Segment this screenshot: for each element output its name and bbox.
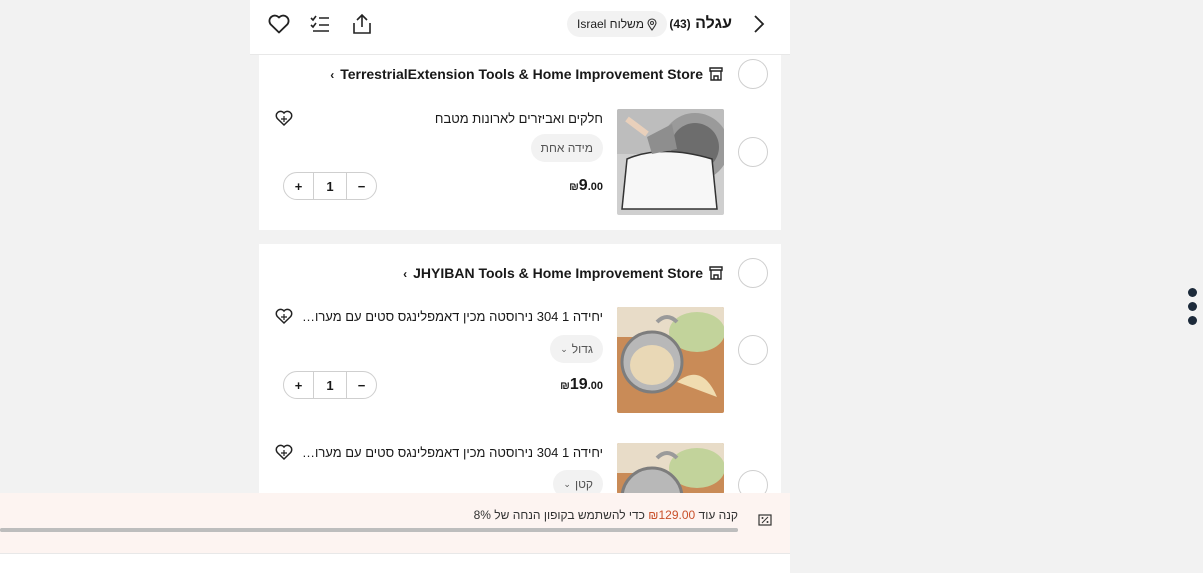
store-select-checkbox[interactable]: [738, 59, 768, 89]
product-title[interactable]: יחידה 1 304 נירוסטה מכין דאמפלינגס סטים …: [298, 445, 603, 460]
location-pin-icon: [647, 17, 657, 31]
chevron-left-icon: ‹: [330, 68, 335, 82]
price-decimal: .00: [587, 380, 603, 392]
coupon-progress-track: [0, 528, 738, 532]
wishlist-heart-icon[interactable]: [275, 444, 293, 462]
store-card: ‹ TerrestrialExtension Tools & Home Impro…: [259, 55, 781, 230]
store-name-text: JHYIBAN Tools & Home Improvement Store: [413, 265, 703, 281]
quantity-increase-button[interactable]: +: [284, 372, 313, 398]
coupon-progress-fill: [0, 528, 738, 532]
item-select-checkbox[interactable]: [738, 335, 768, 365]
price-decimal: .00: [587, 181, 603, 193]
more-options-icon[interactable]: [1188, 288, 1198, 330]
store-select-checkbox[interactable]: [738, 258, 768, 288]
variant-label: גדול: [571, 342, 593, 356]
shipping-label: משלוח Israel: [577, 17, 644, 31]
price-integer: 19: [569, 376, 588, 393]
chevron-down-icon: ⌄: [560, 343, 568, 354]
product-price: ₪9.00: [569, 177, 603, 195]
product-image[interactable]: [617, 109, 724, 215]
quantity-increase-button[interactable]: +: [284, 173, 313, 199]
cart-header: משלוח Israel עגלה (43): [250, 0, 790, 55]
coupon-icon: [758, 513, 772, 526]
store-card: ‹ JHYIBAN Tools & Home Improvement Store …: [259, 244, 781, 500]
share-icon[interactable]: [350, 12, 374, 36]
product-price: ₪19.00: [560, 376, 603, 394]
quantity-value[interactable]: 1: [313, 372, 347, 398]
chevron-down-icon: ⌄: [563, 478, 571, 489]
cart-count: (43): [669, 17, 691, 31]
product-title[interactable]: חלקים ואביזרים לארונות מטבח: [435, 111, 603, 126]
chevron-left-icon: ‹: [403, 267, 408, 281]
wishlist-heart-icon[interactable]: [275, 308, 293, 326]
item-select-checkbox[interactable]: [738, 137, 768, 167]
price-currency: ₪: [560, 380, 570, 392]
variant-label: מידה אחת: [540, 141, 593, 155]
heart-icon[interactable]: [267, 12, 291, 36]
store-name-text: TerrestrialExtension Tools & Home Improv…: [340, 66, 703, 82]
product-title[interactable]: יחידה 1 304 נירוסטה מכין דאמפלינגס סטים …: [298, 309, 603, 324]
variant-label: קטן: [574, 477, 593, 491]
quantity-stepper: + 1 −: [283, 371, 377, 399]
store-name-link[interactable]: ‹ JHYIBAN Tools & Home Improvement Store: [403, 265, 703, 281]
wishlist-heart-icon[interactable]: [275, 110, 293, 128]
dot: [1188, 302, 1197, 311]
coupon-suffix: כדי להשתמש בקופון הנחה של 8%: [473, 508, 645, 522]
product-image[interactable]: [617, 307, 724, 413]
coupon-prefix: קנה עוד: [698, 508, 738, 522]
store-icon: [709, 67, 723, 81]
quantity-stepper: + 1 −: [283, 172, 377, 200]
product-image[interactable]: [617, 443, 724, 494]
cart-page: משלוח Israel עגלה (43) ‹ TerrestrialExten…: [250, 0, 790, 573]
page-title: עגלה (43): [669, 15, 732, 33]
quantity-decrease-button[interactable]: −: [347, 372, 376, 398]
cart-title-text: עגלה: [695, 15, 732, 32]
store-icon: [709, 266, 723, 280]
coupon-amount: ₪129.00: [648, 508, 696, 522]
bottom-bar: [0, 553, 790, 573]
dot: [1188, 288, 1197, 297]
variant-selector[interactable]: מידה אחת: [530, 134, 603, 162]
shipping-location-pill[interactable]: משלוח Israel: [567, 11, 667, 37]
price-integer: 9: [578, 177, 588, 194]
quantity-decrease-button[interactable]: −: [347, 173, 376, 199]
checklist-icon[interactable]: [308, 12, 332, 36]
dot: [1188, 316, 1197, 325]
quantity-value[interactable]: 1: [313, 173, 347, 199]
coupon-progress-bar: קנה עוד ₪129.00 כדי להשתמש בקופון הנחה ש…: [0, 493, 790, 553]
price-currency: ₪: [569, 181, 579, 193]
back-chevron-icon[interactable]: [748, 13, 770, 35]
variant-selector[interactable]: גדול ⌄: [550, 335, 603, 363]
coupon-message: קנה עוד ₪129.00 כדי להשתמש בקופון הנחה ש…: [474, 508, 738, 522]
store-name-link[interactable]: ‹ TerrestrialExtension Tools & Home Impro…: [330, 66, 703, 82]
